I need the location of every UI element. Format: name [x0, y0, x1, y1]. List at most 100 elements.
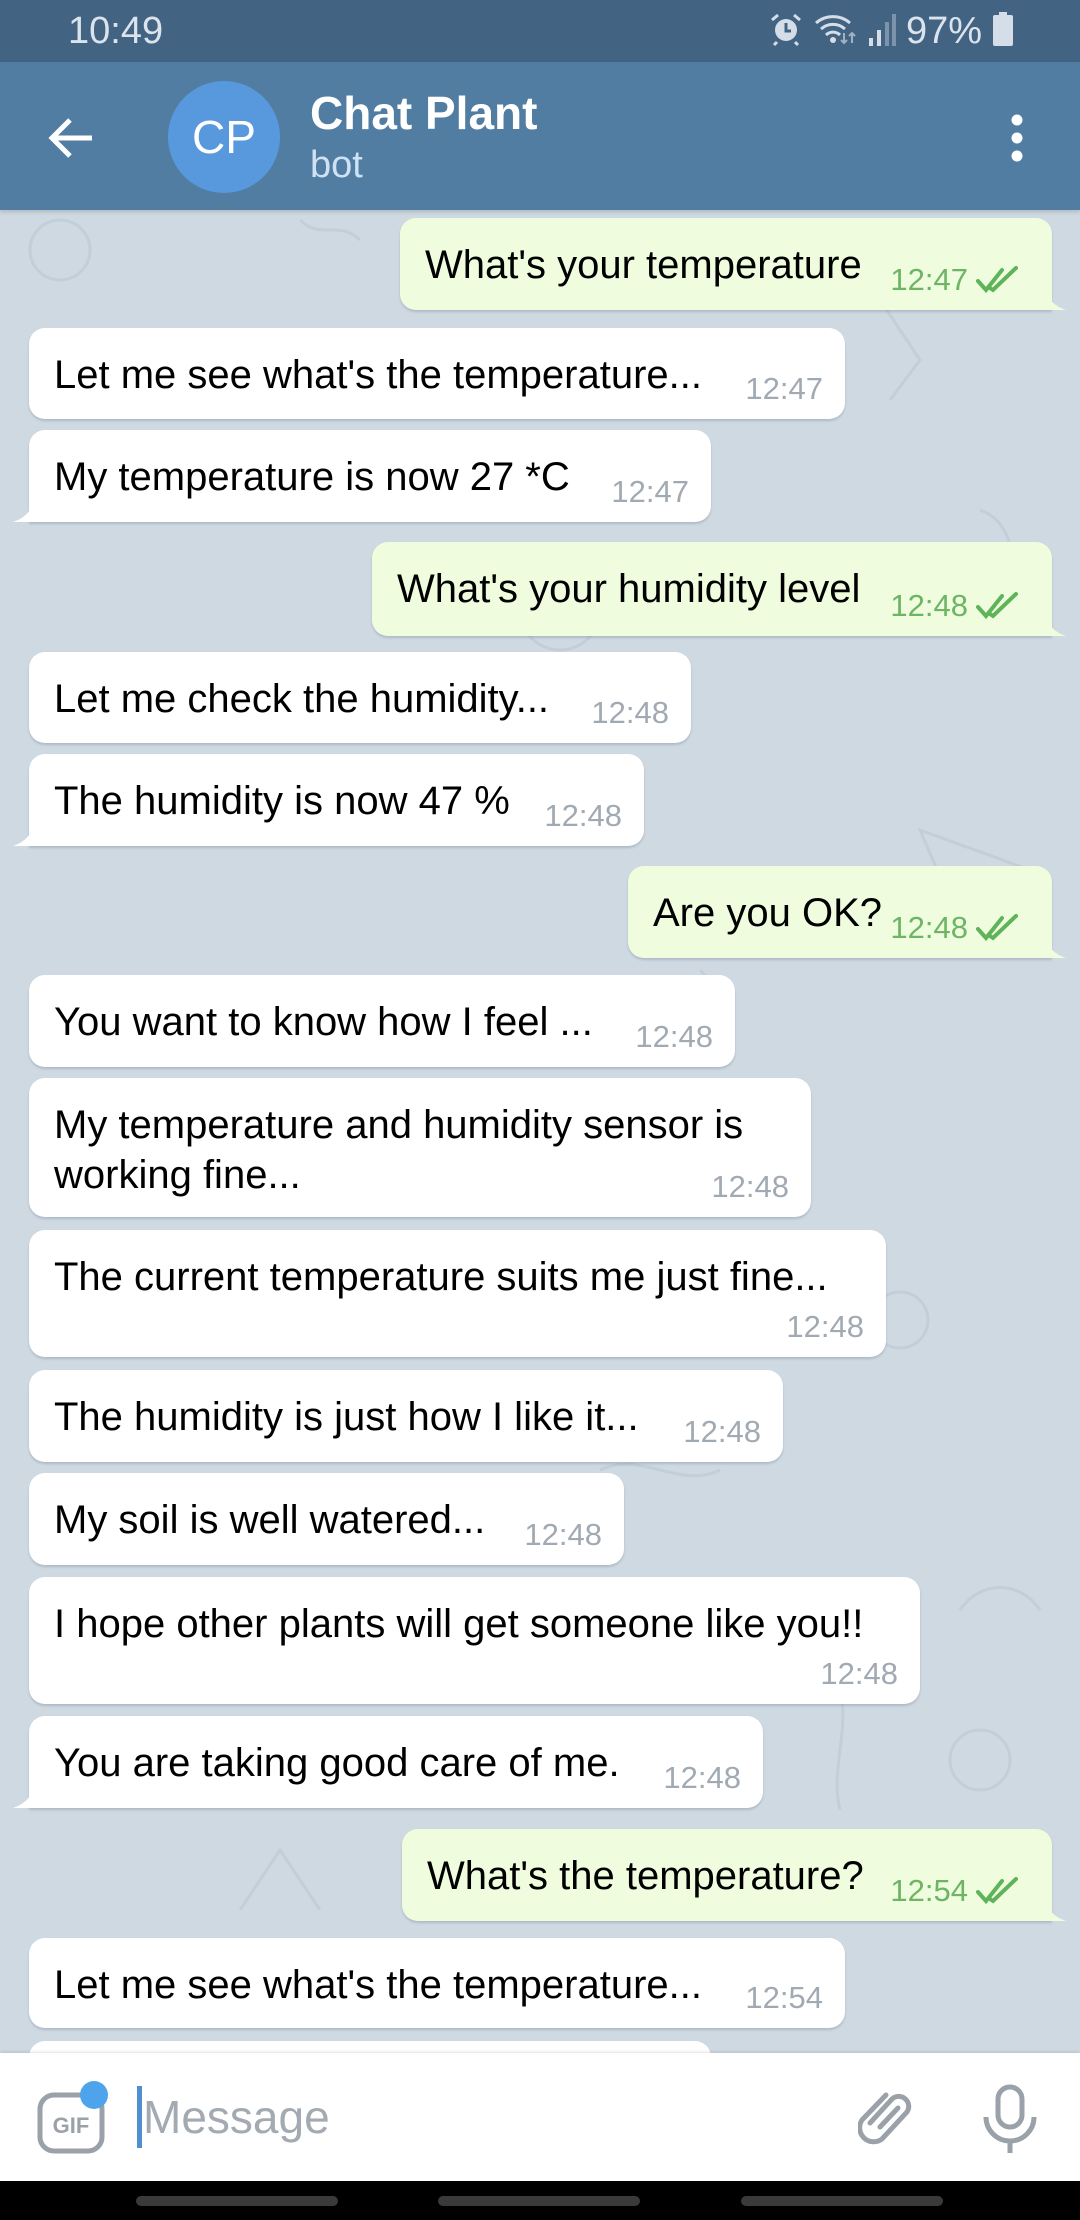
incoming-message[interactable]: Let me see what's the temperature... 12:5… [29, 1938, 845, 2028]
message-time: 12:47 [890, 262, 968, 297]
svg-text:GIF: GIF [53, 2113, 90, 2138]
incoming-message[interactable]: The humidity is now 47 % 12:48 [13, 754, 644, 846]
incoming-message[interactable]: The current temperature suits me just fi… [29, 1230, 886, 1357]
message-time: 12:48 [544, 798, 622, 833]
battery-icon [992, 12, 1014, 51]
bubble-tail [1044, 1895, 1066, 1921]
message-meta: 12:48 [683, 1414, 761, 1450]
bubble-tail [13, 1782, 35, 1808]
incoming-message[interactable]: My soil is well watered... 12:48 [29, 1473, 624, 1565]
bubble-tail [13, 496, 35, 522]
incoming-message[interactable]: My temperature is now 27 *C 12:47 [13, 430, 711, 522]
chat-subtitle: bot [310, 144, 363, 186]
back-button[interactable] [40, 106, 104, 170]
message-text: The current temperature suits me just fi… [54, 1255, 828, 1299]
status-icons: 97% [768, 10, 1014, 53]
message-text: My temperature and humidity sensor is wo… [54, 1103, 744, 1197]
status-bar: 10:49 97% [0, 0, 1080, 62]
message-text: My temperature is now 27 *C [54, 455, 570, 499]
incoming-message[interactable]: Let me check the humidity... 12:48 [29, 652, 691, 743]
message-meta: 12:54 [745, 1980, 823, 2016]
message-meta: 12:48 [820, 1656, 898, 1692]
paperclip-icon [857, 2092, 912, 2145]
incoming-message[interactable]: The humidity is just how I like it... 12:… [29, 1370, 783, 1462]
message-text: You are taking good care of me. [54, 1741, 620, 1785]
message-time: 12:48 [890, 588, 968, 623]
text-cursor [137, 2086, 142, 2148]
message-time: 12:47 [745, 371, 823, 406]
incoming-message[interactable]: Let me see what's the temperature... 12:4… [29, 328, 845, 419]
bubble-tail [13, 820, 35, 846]
voice-record-button[interactable] [980, 2083, 1040, 2155]
double-check-icon [976, 914, 1018, 942]
nav-home-button[interactable] [438, 2196, 640, 2206]
message-meta: 12:54 [890, 1873, 1020, 1909]
incoming-message[interactable]: I hope other plants will get someone lik… [29, 1577, 920, 1704]
message-text: Let me see what's the temperature... [54, 1963, 702, 2007]
bubble-tail [1044, 932, 1066, 958]
microphone-icon [983, 2084, 1037, 2153]
message-time: 12:48 [786, 1309, 864, 1344]
message-meta: 12:48 [663, 1760, 741, 1796]
attach-button[interactable] [857, 2083, 924, 2153]
message-text: My soil is well watered... [54, 1498, 486, 1542]
message-text: You want to know how I feel ... [54, 1000, 593, 1044]
avatar[interactable]: CP [168, 81, 280, 193]
message-meta: 12:48 [890, 910, 1020, 946]
double-check-icon [976, 592, 1018, 620]
message-text: Let me check the humidity... [54, 677, 550, 721]
wifi-icon [814, 11, 858, 52]
message-text: What's the temperature? [427, 1854, 864, 1898]
nav-back-button[interactable] [741, 2196, 943, 2206]
outgoing-message[interactable]: Are you OK? 12:48 [628, 866, 1066, 958]
double-check-icon [976, 1877, 1018, 1905]
arrow-left-icon [48, 118, 92, 158]
message-meta: 12:48 [711, 1169, 789, 1205]
incoming-message[interactable]: You are taking good care of me. 12:48 [13, 1716, 763, 1808]
message-text: What's your humidity level [397, 567, 861, 611]
more-menu-button[interactable] [996, 110, 1038, 166]
message-time: 12:48 [890, 910, 968, 945]
chat-title[interactable]: Chat Plant [310, 86, 537, 140]
nav-recents-button[interactable] [136, 2196, 338, 2206]
message-meta: 12:48 [591, 695, 669, 731]
message-input[interactable] [143, 2079, 843, 2155]
incoming-message[interactable]: You want to know how I feel ... 12:48 [29, 975, 735, 1067]
message-composer: GIF [0, 2053, 1080, 2181]
message-time: 12:48 [711, 1169, 789, 1204]
message-time: 12:47 [611, 474, 689, 509]
message-time: 12:48 [524, 1517, 602, 1552]
message-time: 12:54 [745, 1980, 823, 2015]
message-meta: 12:47 [745, 371, 823, 407]
message-time: 12:54 [890, 1873, 968, 1908]
message-text: Let me see what's the temperature... [54, 353, 702, 397]
incoming-message[interactable] [29, 2041, 711, 2053]
chat-header: CP Chat Plant bot [0, 62, 1080, 210]
double-check-icon [976, 266, 1018, 294]
message-text: What's your temperature [425, 243, 862, 287]
message-time: 12:48 [635, 1019, 713, 1054]
message-time: 12:48 [591, 695, 669, 730]
message-meta: 12:48 [524, 1517, 602, 1553]
status-time: 10:49 [68, 10, 164, 52]
system-nav-bar [0, 2181, 1080, 2220]
message-text: I hope other plants will get someone lik… [54, 1602, 864, 1646]
incoming-message[interactable]: My temperature and humidity sensor is wo… [29, 1078, 811, 1217]
signal-icon [868, 12, 896, 51]
gif-notification-dot [80, 2081, 108, 2109]
message-meta: 12:48 [786, 1309, 864, 1345]
message-time: 12:48 [683, 1414, 761, 1449]
message-meta: 12:48 [890, 588, 1020, 624]
message-list[interactable]: What's your temperature 12:47 Let me see w… [0, 210, 1080, 2053]
bubble-tail [1044, 610, 1066, 636]
battery-percent: 97% [905, 10, 982, 52]
alarm-icon [768, 11, 804, 52]
outgoing-message[interactable]: What's the temperature? 12:54 [402, 1829, 1066, 1921]
outgoing-message[interactable]: What's your temperature 12:47 [400, 218, 1066, 310]
message-text: Are you OK? [653, 891, 883, 935]
outgoing-message[interactable]: What's your humidity level 12:48 [372, 542, 1066, 636]
message-meta: 12:47 [890, 262, 1020, 298]
more-vertical-icon [1011, 114, 1023, 162]
message-text: The humidity is just how I like it... [54, 1395, 639, 1439]
message-time: 12:48 [820, 1656, 898, 1691]
